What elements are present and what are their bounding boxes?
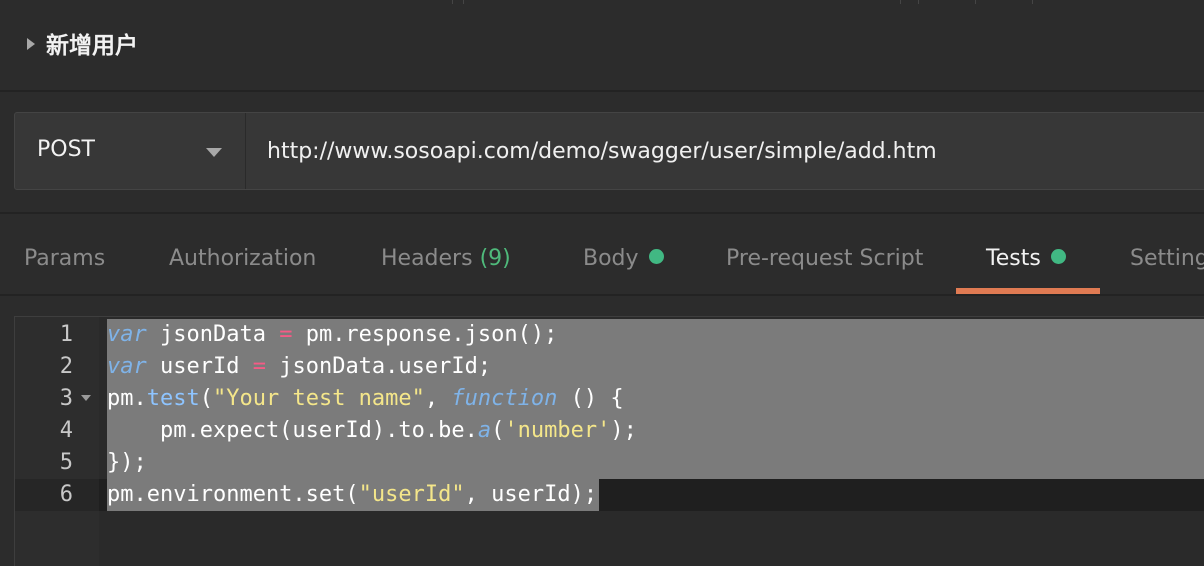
code-token: pm.response.json();: [292, 322, 558, 347]
code-token: 'number': [504, 418, 611, 443]
tab-authorization[interactable]: Authorization: [169, 244, 316, 274]
code-token: (: [199, 386, 213, 411]
tab-headers[interactable]: Headers (9): [381, 244, 511, 274]
request-panel: 新增用户 POST Params Authorization Headers (…: [0, 0, 1204, 566]
tests-code-editor[interactable]: 1 2 3 4 5 6 var jsonData = pm.response.json();…: [14, 316, 1204, 566]
status-dot-icon: [1050, 249, 1066, 264]
tab-label: Pre-request Script: [726, 246, 924, 271]
request-name[interactable]: 新增用户: [46, 31, 138, 61]
code-token: =: [252, 354, 266, 379]
code-token: , userId);: [464, 482, 598, 507]
line-number: 5: [59, 450, 73, 475]
tab-label: Authorization: [169, 246, 317, 271]
tab-label: Params: [24, 246, 106, 271]
tab-params[interactable]: Params: [24, 244, 105, 274]
tab-label: Body: [583, 246, 639, 271]
chevron-down-icon: [206, 148, 222, 157]
code-token: "Your test name": [212, 386, 425, 411]
tab-pre-request-script[interactable]: Pre-request Script: [726, 244, 923, 274]
tab-settings[interactable]: Setting: [1130, 244, 1204, 274]
tab-label: Setting: [1130, 246, 1204, 271]
divider: [0, 294, 1204, 296]
method-select[interactable]: POST: [15, 113, 246, 189]
code-token: a: [477, 418, 492, 443]
divider: [0, 90, 1204, 92]
status-dot-icon: [648, 249, 664, 264]
tab-label: Headers: [381, 246, 473, 271]
url-input[interactable]: [247, 113, 1204, 189]
code-token: var: [107, 354, 147, 379]
code-line[interactable]: });: [107, 447, 147, 479]
code-line[interactable]: var userId = jsonData.userId;: [107, 351, 491, 383]
code-line[interactable]: pm.test("Your test name", function () {: [107, 383, 624, 415]
text-selection: [107, 447, 1204, 479]
tab-tests[interactable]: Tests: [986, 244, 1066, 274]
code-token: (: [491, 418, 505, 443]
caret-right-icon[interactable]: [27, 38, 35, 50]
line-number: 3: [59, 386, 73, 411]
code-token: () {: [557, 386, 624, 411]
code-token: userId: [146, 354, 253, 379]
line-number: 4: [59, 418, 73, 443]
code-token: function: [451, 386, 558, 411]
tab-label: Tests: [986, 246, 1041, 271]
request-tabs: Params Authorization Headers (9) Body Pr…: [0, 214, 1204, 294]
code-line[interactable]: pm.expect(userId).to.be.a('number');: [107, 415, 637, 447]
code-token: jsonData.userId;: [265, 354, 492, 379]
code-token: );: [610, 418, 637, 443]
code-token: pm.expect(userId).to.be.: [107, 418, 478, 443]
code-token: jsonData: [146, 322, 280, 347]
method-label: POST: [37, 137, 95, 162]
code-line[interactable]: pm.environment.set("userId", userId);: [107, 479, 597, 511]
request-name-row[interactable]: 新增用户: [0, 4, 1204, 90]
code-token: });: [107, 450, 147, 475]
code-token: var: [107, 322, 147, 347]
fold-arrow-icon[interactable]: [81, 395, 91, 401]
code-token: pm.environment.set(: [107, 482, 359, 507]
line-number: 1: [59, 322, 73, 347]
code-token: ,: [424, 386, 452, 411]
code-token: pm.: [107, 386, 147, 411]
line-number: 2: [59, 354, 73, 379]
line-number: 6: [59, 482, 73, 507]
code-token: "userId": [358, 482, 465, 507]
tab-body[interactable]: Body: [583, 244, 664, 274]
code-token: =: [279, 322, 293, 347]
url-bar: POST: [14, 112, 1204, 190]
code-line[interactable]: var jsonData = pm.response.json();: [107, 319, 557, 351]
headers-count: (9): [479, 246, 511, 271]
code-token: test: [146, 386, 200, 411]
